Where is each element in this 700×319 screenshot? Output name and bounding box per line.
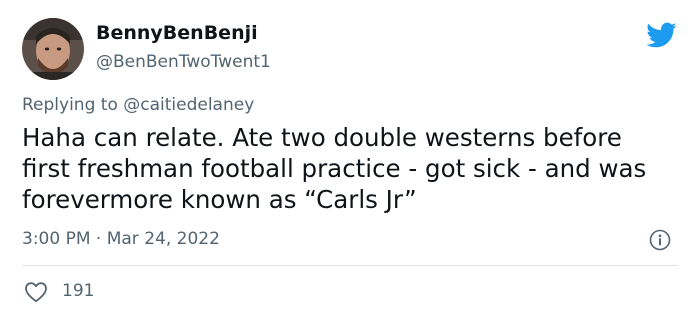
display-name[interactable]: BennyBenBenji [96,22,258,44]
heart-icon[interactable] [24,281,48,303]
reply-mention-link[interactable]: @caitiedelaney [123,95,254,115]
avatar[interactable] [22,18,84,80]
info-icon[interactable] [649,229,671,251]
like-count: 191 [62,281,95,301]
tweet-text: Haha can relate. Ate two double westerns… [22,123,647,214]
user-handle[interactable]: @BenBenTwoTwent1 [96,52,271,72]
tweet-card: BennyBenBenji @BenBenTwoTwent1 Replying … [0,0,700,319]
twitter-bird-icon[interactable] [645,21,677,49]
replying-to-label: Replying to [22,95,124,115]
replying-to-line: Replying to @caitiedelaney [22,95,254,115]
tweet-timestamp[interactable]: 3:00 PM · Mar 24, 2022 [22,229,220,249]
divider [22,265,678,266]
